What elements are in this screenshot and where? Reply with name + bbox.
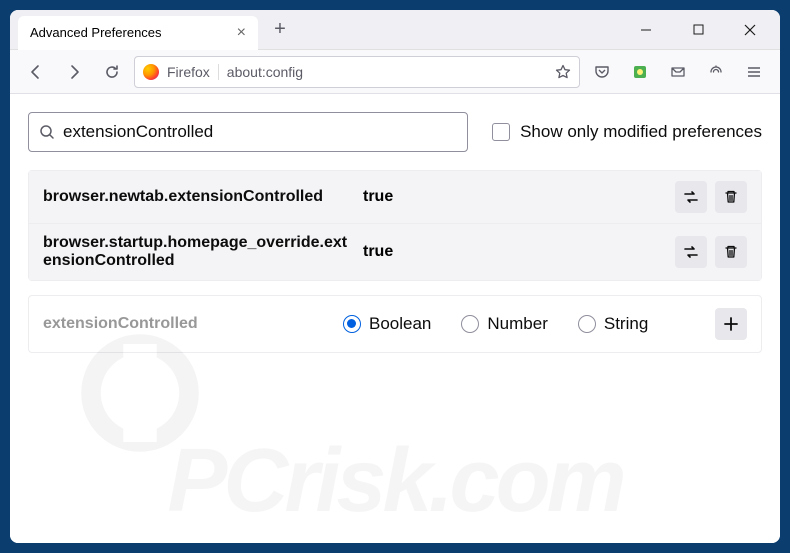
reload-button[interactable] <box>96 56 128 88</box>
firefox-icon <box>143 64 159 80</box>
pref-value: true <box>363 188 665 206</box>
delete-button[interactable] <box>715 181 747 213</box>
shield-icon[interactable] <box>700 56 732 88</box>
url-text: about:config <box>227 64 547 80</box>
extension-icon[interactable] <box>624 56 656 88</box>
radio-boolean[interactable]: Boolean <box>343 314 431 334</box>
urlbar[interactable]: Firefox about:config <box>134 56 580 88</box>
watermark-text: PCrisk.com <box>10 430 780 533</box>
back-button[interactable] <box>20 56 52 88</box>
toggle-button[interactable] <box>675 236 707 268</box>
pref-actions <box>675 236 747 268</box>
menu-button[interactable] <box>738 56 770 88</box>
toggle-button[interactable] <box>675 181 707 213</box>
search-icon <box>39 124 55 140</box>
type-radio-group: Boolean Number String <box>343 314 705 334</box>
content-area: Show only modified preferences browser.n… <box>10 94 780 543</box>
radio-icon <box>343 315 361 333</box>
new-tab-button[interactable]: + <box>266 16 294 44</box>
bookmark-star-icon[interactable] <box>555 64 571 80</box>
window-controls <box>624 14 772 46</box>
pref-row: browser.newtab.extensionControlled true <box>29 171 761 224</box>
pref-name: browser.startup.homepage_override.extens… <box>43 234 353 270</box>
url-identity: Firefox <box>167 64 219 80</box>
radio-label: String <box>604 314 648 334</box>
browser-window: Advanced Preferences × + Firef <box>10 10 780 543</box>
show-modified-checkbox[interactable]: Show only modified preferences <box>492 122 762 142</box>
pref-name: browser.newtab.extensionControlled <box>43 188 353 206</box>
checkbox-icon <box>492 123 510 141</box>
close-window-button[interactable] <box>728 14 772 46</box>
radio-string[interactable]: String <box>578 314 648 334</box>
show-modified-label: Show only modified preferences <box>520 122 762 142</box>
inbox-icon[interactable] <box>662 56 694 88</box>
tab-title: Advanced Preferences <box>30 25 162 40</box>
pocket-icon[interactable] <box>586 56 618 88</box>
forward-button[interactable] <box>58 56 90 88</box>
search-box[interactable] <box>28 112 468 152</box>
prefs-table: browser.newtab.extensionControlled true … <box>28 170 762 281</box>
radio-number[interactable]: Number <box>461 314 547 334</box>
toolbar: Firefox about:config <box>10 50 780 94</box>
pref-actions <box>675 181 747 213</box>
new-pref-name: extensionControlled <box>43 315 333 333</box>
radio-label: Boolean <box>369 314 431 334</box>
radio-icon <box>578 315 596 333</box>
pref-value: true <box>363 243 665 261</box>
search-row: Show only modified preferences <box>28 112 762 152</box>
new-pref-row: extensionControlled Boolean Number Strin… <box>28 295 762 353</box>
close-icon[interactable]: × <box>237 24 246 42</box>
search-input[interactable] <box>63 122 457 142</box>
radio-icon <box>461 315 479 333</box>
radio-label: Number <box>487 314 547 334</box>
delete-button[interactable] <box>715 236 747 268</box>
tab-active[interactable]: Advanced Preferences × <box>18 16 258 50</box>
minimize-button[interactable] <box>624 14 668 46</box>
pref-row: browser.startup.homepage_override.extens… <box>29 224 761 280</box>
maximize-button[interactable] <box>676 14 720 46</box>
titlebar: Advanced Preferences × + <box>10 10 780 50</box>
add-button[interactable] <box>715 308 747 340</box>
